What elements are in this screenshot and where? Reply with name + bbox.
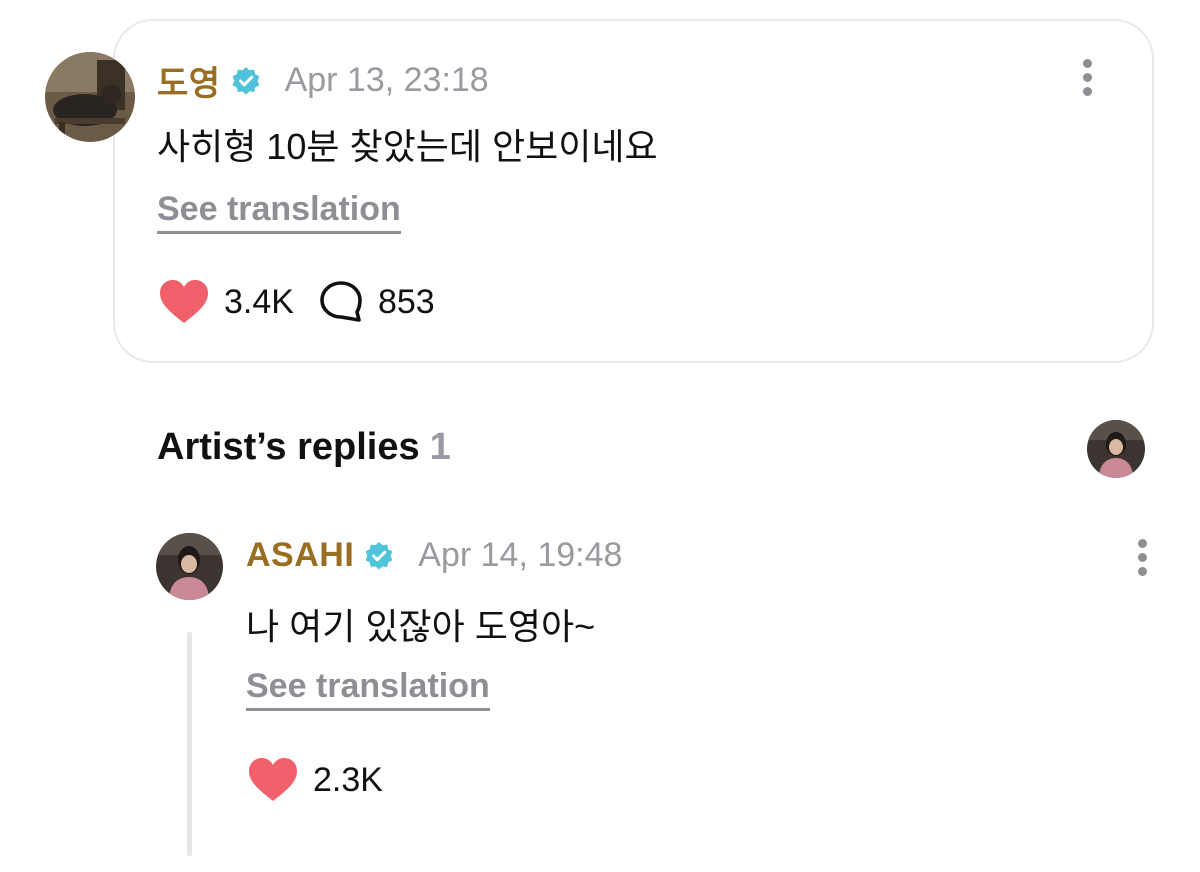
reply-more-options-icon[interactable] — [1128, 535, 1158, 579]
artist-replies-count: 1 — [429, 426, 451, 468]
post-author-avatar[interactable] — [45, 52, 135, 142]
reply-like-button[interactable]: 2.3K — [247, 757, 383, 803]
post-author-name[interactable]: 도영 — [157, 56, 221, 105]
reply-see-translation-link[interactable]: See translation — [246, 667, 490, 711]
post-like-count: 3.4K — [224, 282, 294, 321]
comment-thread-screen: 도영 Apr 13, 23:18 사히형 10분 찾았는데 안보이네요 See … — [0, 0, 1200, 872]
reply-like-count: 2.3K — [313, 760, 383, 799]
reply-thread-line — [187, 632, 192, 856]
post-header: 도영 Apr 13, 23:18 — [157, 56, 489, 105]
artist-replies-heading: Artist’s replies 1 — [157, 426, 451, 469]
artist-avatar[interactable] — [1087, 420, 1145, 478]
post-like-button[interactable]: 3.4K — [158, 279, 294, 325]
artist-replies-title: Artist’s replies — [157, 426, 420, 468]
verified-badge-icon — [231, 66, 261, 96]
post-see-translation-link[interactable]: See translation — [157, 190, 401, 234]
comment-bubble-icon — [320, 281, 362, 322]
reply-header: ASAHI Apr 14, 19:48 — [246, 536, 622, 575]
reply-timestamp: Apr 14, 19:48 — [418, 536, 623, 574]
post-comment-button[interactable]: 853 — [318, 279, 435, 325]
post-more-options-icon[interactable] — [1073, 55, 1103, 99]
reply-text: 나 여기 있잖아 도영아~ — [246, 606, 596, 647]
post-timestamp: Apr 13, 23:18 — [284, 61, 489, 99]
post-comment-count: 853 — [377, 282, 435, 321]
reply-stats: 2.3K — [247, 757, 383, 803]
verified-badge-icon — [364, 541, 394, 571]
reply-author-name[interactable]: ASAHI — [246, 536, 354, 575]
post-text: 사히형 10분 찾았는데 안보이네요 — [157, 126, 658, 167]
post-stats: 3.4K 853 — [158, 279, 435, 325]
heart-icon — [249, 758, 297, 801]
reply-author-avatar[interactable] — [156, 533, 223, 600]
heart-icon — [160, 280, 208, 323]
